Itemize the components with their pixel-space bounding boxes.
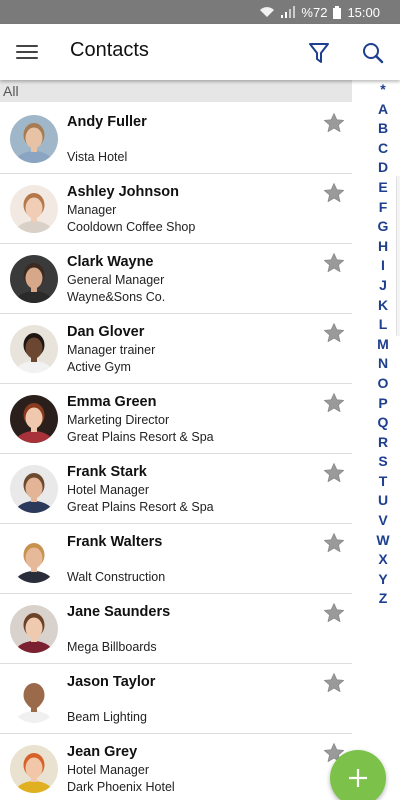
alphabet-letter[interactable]: D bbox=[378, 158, 388, 178]
star-outline-icon[interactable] bbox=[322, 251, 346, 275]
contact-row[interactable]: Jane Saunders Mega Billboards bbox=[0, 594, 352, 664]
alphabet-letter[interactable]: M bbox=[377, 335, 389, 355]
star-outline-icon[interactable] bbox=[322, 531, 346, 555]
avatar[interactable] bbox=[10, 255, 58, 303]
alphabet-letter[interactable]: A bbox=[378, 100, 388, 120]
star-outline-icon[interactable] bbox=[322, 181, 346, 205]
alphabet-letter[interactable]: * bbox=[380, 80, 385, 100]
alphabet-letter[interactable]: J bbox=[379, 276, 387, 296]
contact-name: Andy Fuller bbox=[67, 114, 147, 130]
signal-icon bbox=[281, 6, 296, 18]
avatar[interactable] bbox=[10, 185, 58, 233]
contact-company: Great Plains Resort & Spa bbox=[67, 430, 214, 444]
section-header-all: All bbox=[0, 80, 352, 102]
star-outline-icon[interactable] bbox=[322, 321, 346, 345]
filter-icon[interactable] bbox=[306, 40, 332, 66]
contact-name: Jane Saunders bbox=[67, 604, 171, 620]
contact-title: Hotel Manager bbox=[67, 483, 149, 497]
alphabet-letter[interactable]: B bbox=[378, 119, 388, 139]
clock: 15:00 bbox=[347, 4, 380, 20]
contact-row[interactable]: Frank Stark Hotel Manager Great Plains Res… bbox=[0, 454, 352, 524]
alphabet-letter[interactable]: I bbox=[381, 256, 385, 276]
avatar[interactable] bbox=[10, 675, 58, 723]
scrollbar[interactable] bbox=[396, 176, 400, 336]
alphabet-letter[interactable]: Q bbox=[378, 413, 389, 433]
contact-company: Walt Construction bbox=[67, 570, 166, 584]
alphabet-letter[interactable]: Y bbox=[378, 570, 387, 590]
contact-row[interactable]: Frank Walters Walt Construction bbox=[0, 524, 352, 594]
alphabet-letter[interactable]: F bbox=[379, 198, 388, 218]
contact-company: Vista Hotel bbox=[67, 150, 128, 164]
alphabet-letter[interactable]: S bbox=[378, 452, 387, 472]
contact-company: Dark Phoenix Hotel bbox=[67, 780, 175, 794]
contact-title: General Manager bbox=[67, 273, 165, 287]
contact-title: Manager bbox=[67, 203, 117, 217]
alphabet-letter[interactable]: K bbox=[378, 296, 388, 316]
plus-icon bbox=[349, 769, 367, 787]
contact-title: Hotel Manager bbox=[67, 763, 149, 777]
star-outline-icon[interactable] bbox=[322, 671, 346, 695]
avatar[interactable] bbox=[10, 745, 58, 793]
page-title: Contacts bbox=[70, 39, 149, 61]
wifi-icon bbox=[259, 6, 275, 18]
alphabet-letter[interactable]: E bbox=[378, 178, 387, 198]
contact-name: Clark Wayne bbox=[67, 254, 154, 270]
star-outline-icon[interactable] bbox=[322, 111, 346, 135]
alphabet-letter[interactable]: P bbox=[378, 394, 387, 414]
avatar[interactable] bbox=[10, 465, 58, 513]
status-bar: %72 15:00 bbox=[0, 0, 400, 24]
alphabet-letter[interactable]: G bbox=[378, 217, 389, 237]
star-outline-icon[interactable] bbox=[322, 601, 346, 625]
contact-row[interactable]: Jason Taylor Beam Lighting bbox=[0, 664, 352, 734]
alphabet-letter[interactable]: X bbox=[378, 550, 387, 570]
contact-name: Dan Glover bbox=[67, 324, 145, 340]
contact-list: Andy Fuller Vista Hotel Ashley Johnson Mana… bbox=[0, 104, 352, 800]
battery-percent: %72 bbox=[301, 4, 328, 20]
contact-row[interactable]: Emma Green Marketing Director Great Plains… bbox=[0, 384, 352, 454]
alphabet-letter[interactable]: U bbox=[378, 491, 388, 511]
star-outline-icon[interactable] bbox=[322, 391, 346, 415]
avatar[interactable] bbox=[10, 325, 58, 373]
contact-name: Ashley Johnson bbox=[67, 184, 179, 200]
alphabet-letter[interactable]: O bbox=[378, 374, 389, 394]
alphabet-index[interactable]: * A B C D E F G H I J K L M N O P Q R S T U V W X Y Z bbox=[370, 80, 396, 609]
contact-company: Active Gym bbox=[67, 360, 131, 374]
app-bar: Contacts bbox=[0, 24, 400, 80]
contact-company: Beam Lighting bbox=[67, 710, 147, 724]
contact-row[interactable]: Dan Glover Manager trainer Active Gym bbox=[0, 314, 352, 384]
alphabet-letter[interactable]: C bbox=[378, 139, 388, 159]
contact-company: Mega Billboards bbox=[67, 640, 157, 654]
contact-company: Wayne&Sons Co. bbox=[67, 290, 166, 304]
contact-name: Jason Taylor bbox=[67, 674, 156, 690]
avatar[interactable] bbox=[10, 395, 58, 443]
add-contact-button[interactable] bbox=[330, 750, 386, 800]
contact-row[interactable]: Ashley Johnson Manager Cooldown Coffee Sho… bbox=[0, 174, 352, 244]
alphabet-letter[interactable]: T bbox=[379, 472, 388, 492]
contact-name: Emma Green bbox=[67, 394, 157, 410]
contact-company: Cooldown Coffee Shop bbox=[67, 220, 196, 234]
contact-title: Manager trainer bbox=[67, 343, 156, 357]
hamburger-menu-icon[interactable] bbox=[16, 42, 38, 62]
avatar[interactable] bbox=[10, 605, 58, 653]
alphabet-letter[interactable]: V bbox=[378, 511, 387, 531]
contact-row[interactable]: Andy Fuller Vista Hotel bbox=[0, 104, 352, 174]
contact-row[interactable]: Clark Wayne General Manager Wayne&Sons Co. bbox=[0, 244, 352, 314]
alphabet-letter[interactable]: R bbox=[378, 433, 388, 453]
alphabet-letter[interactable]: W bbox=[376, 531, 389, 551]
alphabet-letter[interactable]: Z bbox=[379, 589, 388, 609]
alphabet-letter[interactable]: N bbox=[378, 354, 388, 374]
alphabet-letter[interactable]: H bbox=[378, 237, 388, 257]
battery-icon bbox=[333, 5, 342, 19]
search-icon[interactable] bbox=[360, 40, 386, 66]
contact-title: Marketing Director bbox=[67, 413, 170, 427]
avatar[interactable] bbox=[10, 535, 58, 583]
alphabet-letter[interactable]: L bbox=[379, 315, 388, 335]
contact-name: Frank Walters bbox=[67, 534, 163, 550]
contact-row[interactable]: Jean Grey Hotel Manager Dark Phoenix Hotel bbox=[0, 734, 352, 800]
star-outline-icon[interactable] bbox=[322, 461, 346, 485]
contact-company: Great Plains Resort & Spa bbox=[67, 500, 214, 514]
contact-name: Jean Grey bbox=[67, 744, 138, 760]
contact-name: Frank Stark bbox=[67, 464, 147, 480]
avatar[interactable] bbox=[10, 115, 58, 163]
